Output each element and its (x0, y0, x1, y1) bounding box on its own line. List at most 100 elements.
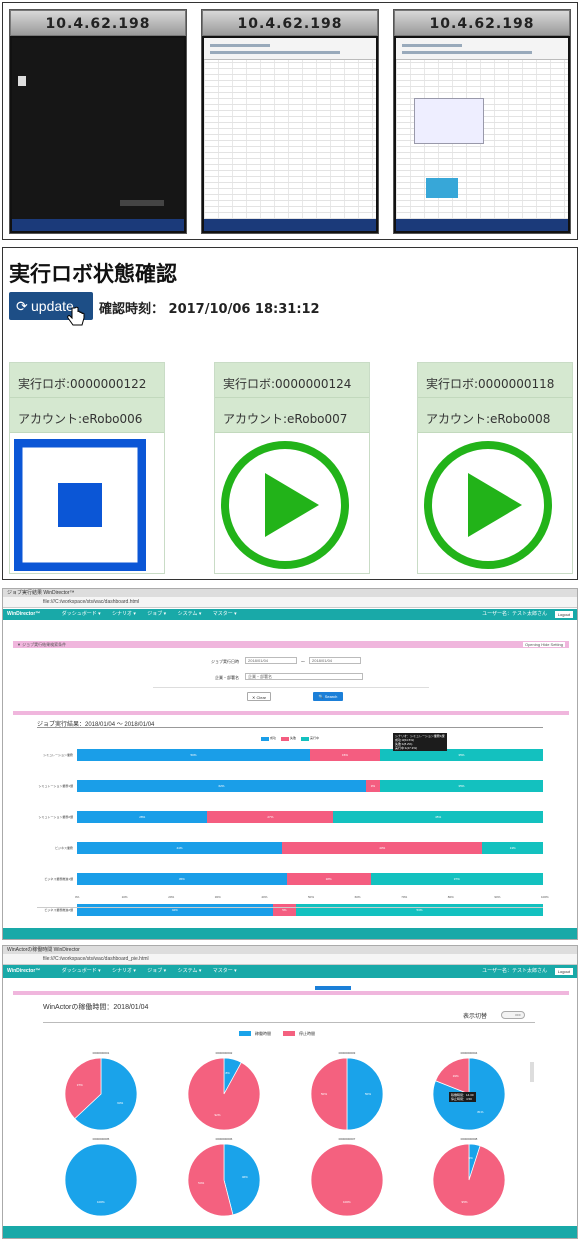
bar-segment[interactable]: 13% (482, 842, 543, 854)
remote-screen-2[interactable]: 10.4.62.198 (201, 9, 379, 234)
menu-master[interactable]: マスター ▾ (213, 968, 237, 974)
menu-job[interactable]: ジョブ ▾ (147, 611, 166, 617)
logout-button[interactable]: Logout (554, 611, 573, 618)
confirm-label: 確認時刻： (99, 302, 165, 317)
bar-segment[interactable]: 45% (77, 873, 287, 885)
tooltip-running: 実行中:1(27.3%) (395, 746, 418, 750)
pie-slice[interactable] (433, 1144, 505, 1216)
menu-job[interactable]: ジョブ ▾ (147, 968, 166, 974)
slice-pct: 63% (117, 1100, 124, 1105)
x-tick-label: 30% (214, 895, 221, 899)
menu-system[interactable]: システム ▾ (178, 611, 202, 617)
bar-segment[interactable]: 37% (370, 873, 543, 885)
desktop-icon (18, 76, 26, 86)
date-to-input[interactable]: 2018/01/04 (309, 657, 361, 664)
confirm-time: 確認時刻： 2017/10/06 18:31:12 (99, 298, 320, 317)
bar-segment[interactable]: 53% (296, 904, 543, 916)
x-tick-label: 10% (121, 895, 128, 899)
bar-segment[interactable]: 62% (77, 780, 366, 792)
slice-pct: 100% (343, 1200, 351, 1204)
slice-pct: 46% (241, 1175, 248, 1180)
preview-thumbnail (426, 178, 458, 198)
bar-segment[interactable]: 27% (207, 811, 334, 823)
pie-slice[interactable] (188, 1058, 260, 1130)
toggle-state: OFF (515, 1013, 521, 1017)
search-button[interactable]: 🔍 Search (313, 692, 343, 701)
company-input[interactable]: 企業・部署名 (245, 673, 363, 680)
pie-label: 0000000006 (215, 1137, 233, 1141)
pie-slice[interactable] (65, 1144, 137, 1216)
taskbar (204, 219, 376, 231)
chart-bottom-line (37, 907, 543, 908)
view-toggle[interactable]: OFF (501, 1011, 525, 1019)
pie-chart[interactable] (65, 1144, 137, 1216)
bar-segment[interactable]: 45% (333, 811, 543, 823)
dialog-window (414, 98, 484, 144)
address-bar[interactable]: file:///C:/workspace/sts/wac/dashboard.h… (3, 597, 577, 608)
robot-card[interactable]: 実行ロボ:0000000118 アカウント:eRobo008 (417, 362, 573, 574)
bar-segment[interactable]: 50% (77, 749, 310, 761)
pie-label: 0000000001 (92, 1051, 110, 1055)
excel-ribbon (204, 38, 376, 60)
taskbar (12, 219, 184, 231)
menu-scenario[interactable]: シナリオ ▾ (112, 611, 136, 617)
bar-segment[interactable]: 3% (365, 780, 380, 792)
bar-segment[interactable]: 43% (282, 842, 483, 854)
slice-pct: 54% (198, 1180, 205, 1185)
scrollbar[interactable] (530, 1062, 534, 1082)
menu-scenario[interactable]: シナリオ ▾ (112, 968, 136, 974)
pie-chart[interactable] (188, 1058, 260, 1130)
remote-screen-1[interactable]: 10.4.62.198 (9, 9, 187, 234)
hide-setting-button[interactable]: Opening Hide Setting (522, 642, 565, 647)
menu-master[interactable]: マスター ▾ (213, 611, 237, 617)
browser-tab[interactable]: WinActorの稼働時間 WinDirector (3, 946, 577, 954)
spreadsheet (204, 38, 376, 219)
category-label: シミュレーション業務2課 (38, 815, 73, 819)
pie-chart[interactable] (311, 1144, 383, 1216)
bar-segment[interactable]: 18% (286, 873, 371, 885)
update-button[interactable]: ⟳ update (9, 292, 93, 326)
robot-card[interactable]: 実行ロボ:0000000124 アカウント:eRobo007 (214, 362, 370, 574)
pie-chart[interactable] (433, 1144, 505, 1216)
menu-dashboard[interactable]: ダッシュボード ▾ (62, 968, 101, 974)
remote-screen-3[interactable]: 10.4.62.198 (393, 9, 571, 234)
menu-system[interactable]: システム ▾ (178, 968, 202, 974)
title-underline (43, 1022, 535, 1023)
x-tick-label: 60% (354, 895, 361, 899)
stop-icon[interactable] (14, 439, 146, 571)
bar-segment[interactable]: 5% (272, 904, 297, 916)
user-name: ユーザー名：テスト太郎さん (482, 968, 547, 974)
bar-segment[interactable]: 42% (77, 904, 273, 916)
x-tick-label: 50% (308, 895, 315, 899)
slice-pct: 100% (97, 1200, 105, 1204)
pie-slice[interactable] (311, 1144, 383, 1216)
ip-label: 10.4.62.198 (202, 10, 378, 36)
top-nav: WinDirector™ ダッシュボード ▾ シナリオ ▾ ジョブ ▾ システム… (3, 965, 577, 978)
address-bar[interactable]: file:///C:/workspace/sts/wac/dashboard_p… (3, 954, 577, 965)
bar-segment[interactable]: 35% (379, 780, 543, 792)
bar-segment[interactable]: 44% (77, 842, 283, 854)
bar-segment[interactable]: 28% (77, 811, 208, 823)
browser-tab[interactable]: ジョブ実行結果 WinDirector™ (3, 589, 577, 597)
legend-swatch (239, 1031, 251, 1036)
legend-swatch (283, 1031, 295, 1036)
logout-button[interactable]: Logout (554, 968, 573, 975)
pink-divider (13, 991, 569, 995)
pie-slice[interactable] (311, 1058, 348, 1130)
desktop-view (12, 38, 184, 231)
slice-pct: 37% (76, 1083, 83, 1088)
play-icon[interactable] (219, 439, 351, 571)
date-from-input[interactable]: 2018/01/04 (245, 657, 297, 664)
pie-chart[interactable] (65, 1058, 137, 1130)
robot-status-panel: 実行ロボ状態確認 ⟳ update 確認時刻： 2017/10/06 18:31… (2, 247, 578, 580)
bar-segment[interactable]: 15% (310, 749, 380, 761)
category-label: ビジネス業務推進1課 (44, 877, 73, 881)
top-nav: WinDirector™ ダッシュボード ▾ シナリオ ▾ ジョブ ▾ システム… (3, 609, 577, 620)
x-tick-label: 100% (541, 895, 549, 899)
filter-header[interactable]: ▼ ジョブ実行結果検索条件 Opening Hide Setting (13, 641, 569, 648)
play-icon[interactable] (422, 439, 554, 571)
excel-ribbon (396, 38, 568, 60)
clear-button[interactable]: ✕ Clear (247, 692, 271, 701)
robot-card[interactable]: 実行ロボ:0000000122 アカウント:eRobo006 (9, 362, 165, 574)
menu-dashboard[interactable]: ダッシュボード ▾ (62, 611, 101, 617)
